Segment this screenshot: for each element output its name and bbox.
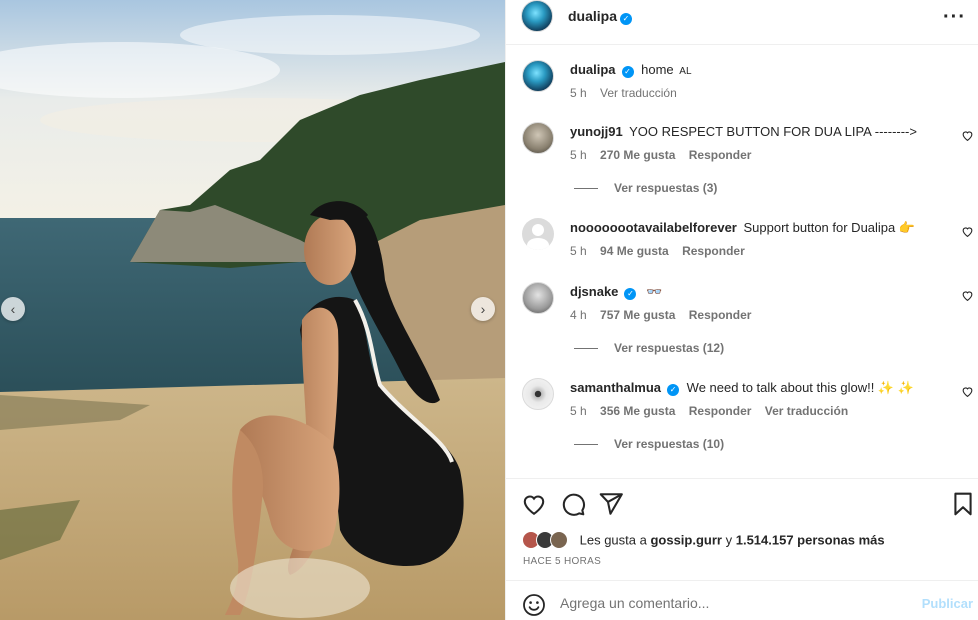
comment-likes[interactable]: 356 Me gusta [600,404,675,418]
comment-time: 5 h [570,404,587,418]
post-media[interactable]: ‹ › [0,0,505,620]
avatar[interactable] [522,218,554,250]
comment-body: We need to talk about this glow!! ✨ ✨ [686,380,914,395]
caption-time: 5 h [570,86,587,100]
comment-time: 5 h [570,148,587,162]
reply-button[interactable]: Responder [689,404,752,418]
author-username[interactable]: dualipa [568,8,617,24]
verified-icon: ✓ [620,13,633,25]
verified-icon: ✓ [621,66,634,78]
caption-flag: AL [679,66,692,77]
heart-icon[interactable] [521,491,547,517]
share-icon[interactable] [598,491,624,517]
comment-time: 4 h [570,308,587,322]
comment-meta: 5 h 94 Me gusta Responder [570,244,755,258]
avatar[interactable] [522,60,554,92]
post-author: dualipa ✓ [568,8,633,25]
comment-body: Support button for Dualipa 👉 [743,220,916,235]
verified-icon: ✓ [624,288,637,300]
post-photo [0,0,505,620]
comment-text: samanthalmua ✓ We need to talk about this… [570,380,914,396]
likes-joiner: y [725,532,733,548]
translate-link[interactable]: Ver traducción [600,86,677,100]
likes-summary: Les gusta a gossip.gurr y 1.514.157 pers… [522,531,885,551]
view-replies-button[interactable]: Ver respuestas (3) [574,181,717,195]
comment-username[interactable]: samanthalmua [570,380,661,395]
liker-avatars [522,531,570,551]
comment-body: 👓 [646,284,663,299]
comment-text: djsnake ✓ 👓 [570,284,662,300]
comment-username[interactable]: yunojj91 [570,124,623,139]
comment-text: yunojj91 YOO RESPECT BUTTON FOR DUA LIPA… [570,124,917,139]
comment-meta: 4 h 757 Me gusta Responder [570,308,761,322]
verified-icon: ✓ [667,384,680,396]
reply-button[interactable]: Responder [689,308,752,322]
caption-body: home [641,62,674,77]
likes-count[interactable]: 1.514.157 personas más [736,532,885,547]
avatar[interactable] [522,122,554,154]
avatar[interactable] [521,0,553,32]
comment-composer: Publicar [506,580,978,620]
comment-body: YOO RESPECT BUTTON FOR DUA LIPA --------… [629,124,917,139]
comment-icon[interactable] [560,491,586,517]
comment-text: noooooootavailabelforever Support button… [570,220,915,236]
chevron-left-icon[interactable]: ‹ [1,297,25,321]
post-timestamp: HACE 5 HORAS [523,556,602,567]
caption-text: dualipa ✓ home AL [570,62,692,78]
heart-icon[interactable] [961,129,974,142]
comment-likes[interactable]: 757 Me gusta [600,308,675,322]
more-icon[interactable]: ··· [943,6,966,29]
caption-meta: 5 h Ver traducción [570,86,687,100]
heart-icon[interactable] [961,385,974,398]
post-panel: dualipa ✓ ··· dualipa ✓ home AL 5 h Ver tr… [505,0,978,620]
comment-likes[interactable]: 94 Me gusta [600,244,669,258]
comment-meta: 5 h 356 Me gusta Responder Ver traducció… [570,404,858,418]
comment-username[interactable]: djsnake [570,284,618,299]
translate-link[interactable]: Ver traducción [765,404,848,418]
likes-prefix: Les gusta a [579,532,647,548]
comment-meta: 5 h 270 Me gusta Responder [570,148,761,162]
liker-username[interactable]: gossip.gurr [650,532,722,547]
heart-icon[interactable] [961,225,974,238]
author-username[interactable]: dualipa [570,62,616,77]
avatar[interactable] [522,282,554,314]
bookmark-icon[interactable] [950,491,976,517]
comment-likes[interactable]: 270 Me gusta [600,148,675,162]
action-bar [506,478,978,528]
comment-username[interactable]: noooooootavailabelforever [570,220,737,235]
reply-button[interactable]: Responder [689,148,752,162]
view-replies-button[interactable]: Ver respuestas (12) [574,341,724,355]
comment-time: 5 h [570,244,587,258]
view-replies-button[interactable]: Ver respuestas (10) [574,437,724,451]
heart-icon[interactable] [961,289,974,302]
comment-input[interactable] [560,592,900,614]
chevron-right-icon[interactable]: › [471,297,495,321]
reply-button[interactable]: Responder [682,244,745,258]
post-header: dualipa ✓ ··· [506,0,978,45]
emoji-icon[interactable] [522,593,546,617]
avatar[interactable] [522,378,554,410]
publish-button[interactable]: Publicar [922,596,973,611]
